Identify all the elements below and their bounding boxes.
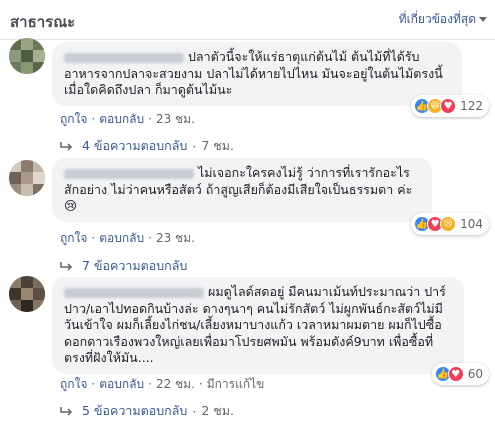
reaction-count: 122 [460,99,483,113]
comment-actions: ถูกใจ · ตอบกลับ · 22 ชม. · มีการแก้ไข [60,377,265,391]
comment-actions: ถูกใจ · ตอบกลับ · 23 ชม. [60,231,195,245]
reaction-summary[interactable]: 👍 😆 ♥ 122 [411,95,489,117]
replies-count[interactable]: 5 ข้อความตอบกลับ [82,401,187,421]
replies-time: 7 ชม. [201,138,234,153]
reaction-count: 104 [460,217,483,231]
replies-count[interactable]: 4 ข้อความตอบกลับ [82,136,187,156]
view-replies[interactable]: 5 ข้อความตอบกลับ · 2 ชม. [60,401,234,421]
love-reaction-icon: ♥ [447,366,464,382]
author-name[interactable] [64,168,194,179]
sort-dropdown[interactable]: ที่เกี่ยวข้องที่สุด [399,10,487,29]
reply-link[interactable]: ตอบกลับ [99,377,144,391]
like-link[interactable]: ถูกใจ [60,377,87,391]
comment-bubble: ผมดูไลด์สดอยู่ มีคนมาเม้นท์ประมาณว่า ปาร… [52,277,464,374]
reaction-summary[interactable]: 👍 ♥ 60 [431,363,489,385]
reaction-summary[interactable]: 👍 ♥ 😢 104 [411,213,489,235]
edited-label[interactable]: มีการแก้ไข [207,377,265,391]
reply-link[interactable]: ตอบกลับ [99,231,144,245]
comment-bubble: ไม่เจอกะใครคงไม่รู้ ว่าการที่เรารักอะไรส… [52,158,432,222]
avatar[interactable] [9,38,45,74]
comment-time[interactable]: 23 ชม. [156,231,195,245]
reaction-count: 60 [467,367,483,381]
view-replies[interactable]: 4 ข้อความตอบกลับ · 7 ชม. [60,136,234,156]
avatar[interactable] [9,276,45,312]
replies-count[interactable]: 7 ข้อความตอบกลับ [82,256,187,276]
comments-header: สาธารณะ ที่เกี่ยวข้องที่สุด [0,0,495,40]
author-name[interactable] [64,287,204,298]
author-name[interactable] [64,52,184,63]
reply-arrow-icon [60,407,73,416]
reply-link[interactable]: ตอบกลับ [99,112,144,126]
audience-label: สาธารณะ [10,13,76,31]
reply-arrow-icon [60,262,73,271]
sort-label: ที่เกี่ยวข้องที่สุด [398,12,476,26]
reply-arrow-icon [60,142,73,151]
view-replies[interactable]: 7 ข้อความตอบกลับ [60,256,187,276]
chevron-down-icon [479,17,487,22]
comment-bubble: ปลาตัวนี้จะให้แร่ธาตุแก่ต้นไม้ ต้นไม้ที่… [52,42,462,106]
like-link[interactable]: ถูกใจ [60,112,87,126]
avatar[interactable] [9,160,45,196]
like-link[interactable]: ถูกใจ [60,231,87,245]
comment-actions: ถูกใจ · ตอบกลับ · 23 ชม. [60,112,195,126]
comment-time[interactable]: 22 ชม. [156,377,195,391]
love-reaction-icon: ♥ [440,98,457,114]
comment-time[interactable]: 23 ชม. [156,112,195,126]
sad-reaction-icon: 😢 [440,216,457,232]
replies-time: 2 ชม. [201,403,234,418]
